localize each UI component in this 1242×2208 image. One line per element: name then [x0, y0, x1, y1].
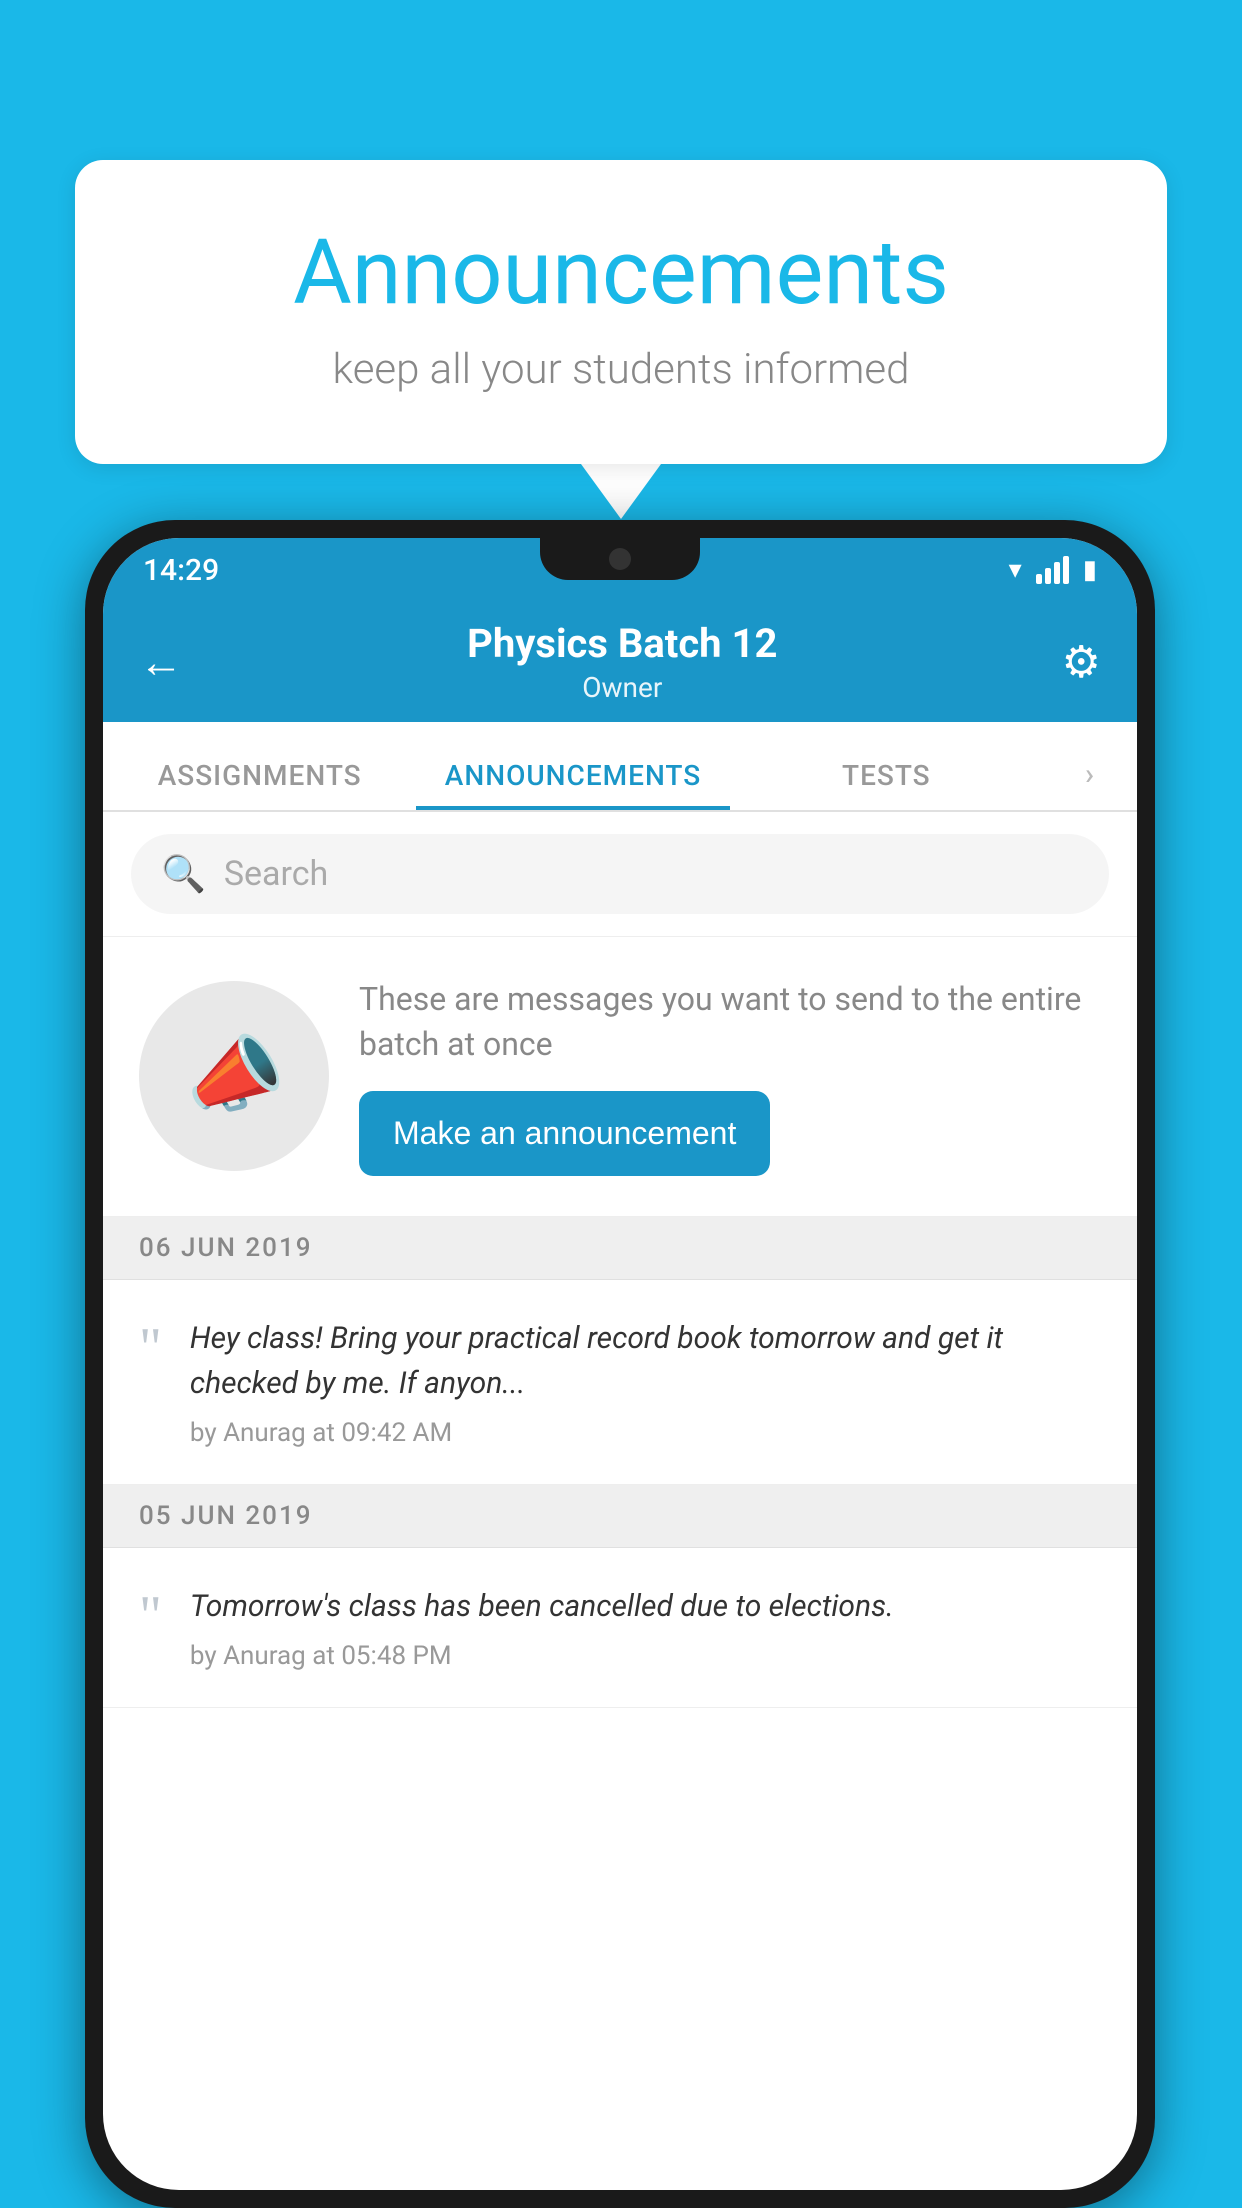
search-bar[interactable]: 🔍 Search	[131, 834, 1109, 914]
speech-bubble-container: Announcements keep all your students inf…	[75, 160, 1167, 519]
promo-icon-circle: 📣	[139, 981, 329, 1171]
promo-text: These are messages you want to send to t…	[359, 977, 1101, 1067]
announcement-content-2: Tomorrow's class has been cancelled due …	[190, 1584, 1101, 1671]
announcement-text-1: Hey class! Bring your practical record b…	[190, 1316, 1101, 1406]
phone-frame: 14:29 ▾ ▮ ← Physics Batch 12 Owner ⚙	[85, 520, 1155, 2208]
announcement-content-1: Hey class! Bring your practical record b…	[190, 1316, 1101, 1448]
header-title-group: Physics Batch 12 Owner	[467, 620, 777, 704]
speech-bubble-title: Announcements	[155, 220, 1087, 325]
tab-assignments[interactable]: ASSIGNMENTS	[103, 759, 416, 810]
status-time: 14:29	[143, 553, 219, 588]
camera-dot	[609, 548, 631, 570]
battery-icon: ▮	[1083, 555, 1097, 585]
status-icons: ▾ ▮	[1009, 555, 1097, 585]
announcement-text-2: Tomorrow's class has been cancelled due …	[190, 1584, 1101, 1629]
announcement-item-1[interactable]: " Hey class! Bring your practical record…	[103, 1280, 1137, 1485]
tab-announcements[interactable]: ANNOUNCEMENTS	[416, 759, 729, 810]
make-announcement-button[interactable]: Make an announcement	[359, 1091, 770, 1176]
search-placeholder: Search	[224, 854, 328, 894]
quote-icon-1: "	[139, 1320, 162, 1376]
date-separator-2: 05 JUN 2019	[103, 1485, 1137, 1548]
tab-more-icon: ›	[1085, 757, 1095, 792]
phone-inner: 14:29 ▾ ▮ ← Physics Batch 12 Owner ⚙	[103, 538, 1137, 2190]
megaphone-icon: 📣	[177, 1021, 291, 1131]
back-button[interactable]: ←	[139, 636, 183, 688]
announcement-meta-1: by Anurag at 09:42 AM	[190, 1418, 452, 1448]
search-icon: 🔍	[161, 853, 206, 895]
speech-bubble: Announcements keep all your students inf…	[75, 160, 1167, 464]
settings-button[interactable]: ⚙	[1062, 636, 1101, 688]
header-subtitle: Owner	[467, 671, 777, 704]
tabs-bar: ASSIGNMENTS ANNOUNCEMENTS TESTS ›	[103, 722, 1137, 812]
speech-bubble-subtitle: keep all your students informed	[155, 345, 1087, 394]
status-bar: 14:29 ▾ ▮	[103, 538, 1137, 602]
signal-icon	[1036, 556, 1069, 584]
announcement-item-2[interactable]: " Tomorrow's class has been cancelled du…	[103, 1548, 1137, 1708]
speech-bubble-arrow	[581, 464, 661, 519]
date-separator-1: 06 JUN 2019	[103, 1217, 1137, 1280]
notch	[540, 538, 700, 580]
header-title: Physics Batch 12	[467, 620, 777, 667]
app-header: ← Physics Batch 12 Owner ⚙	[103, 602, 1137, 722]
quote-icon-2: "	[139, 1588, 162, 1644]
promo-card: 📣 These are messages you want to send to…	[103, 937, 1137, 1217]
tab-more[interactable]: ›	[1043, 757, 1137, 810]
tab-tests[interactable]: TESTS	[730, 759, 1043, 810]
wifi-icon: ▾	[1009, 555, 1022, 585]
promo-content: These are messages you want to send to t…	[359, 977, 1101, 1176]
announcement-meta-2: by Anurag at 05:48 PM	[190, 1641, 452, 1671]
search-container: 🔍 Search	[103, 812, 1137, 937]
